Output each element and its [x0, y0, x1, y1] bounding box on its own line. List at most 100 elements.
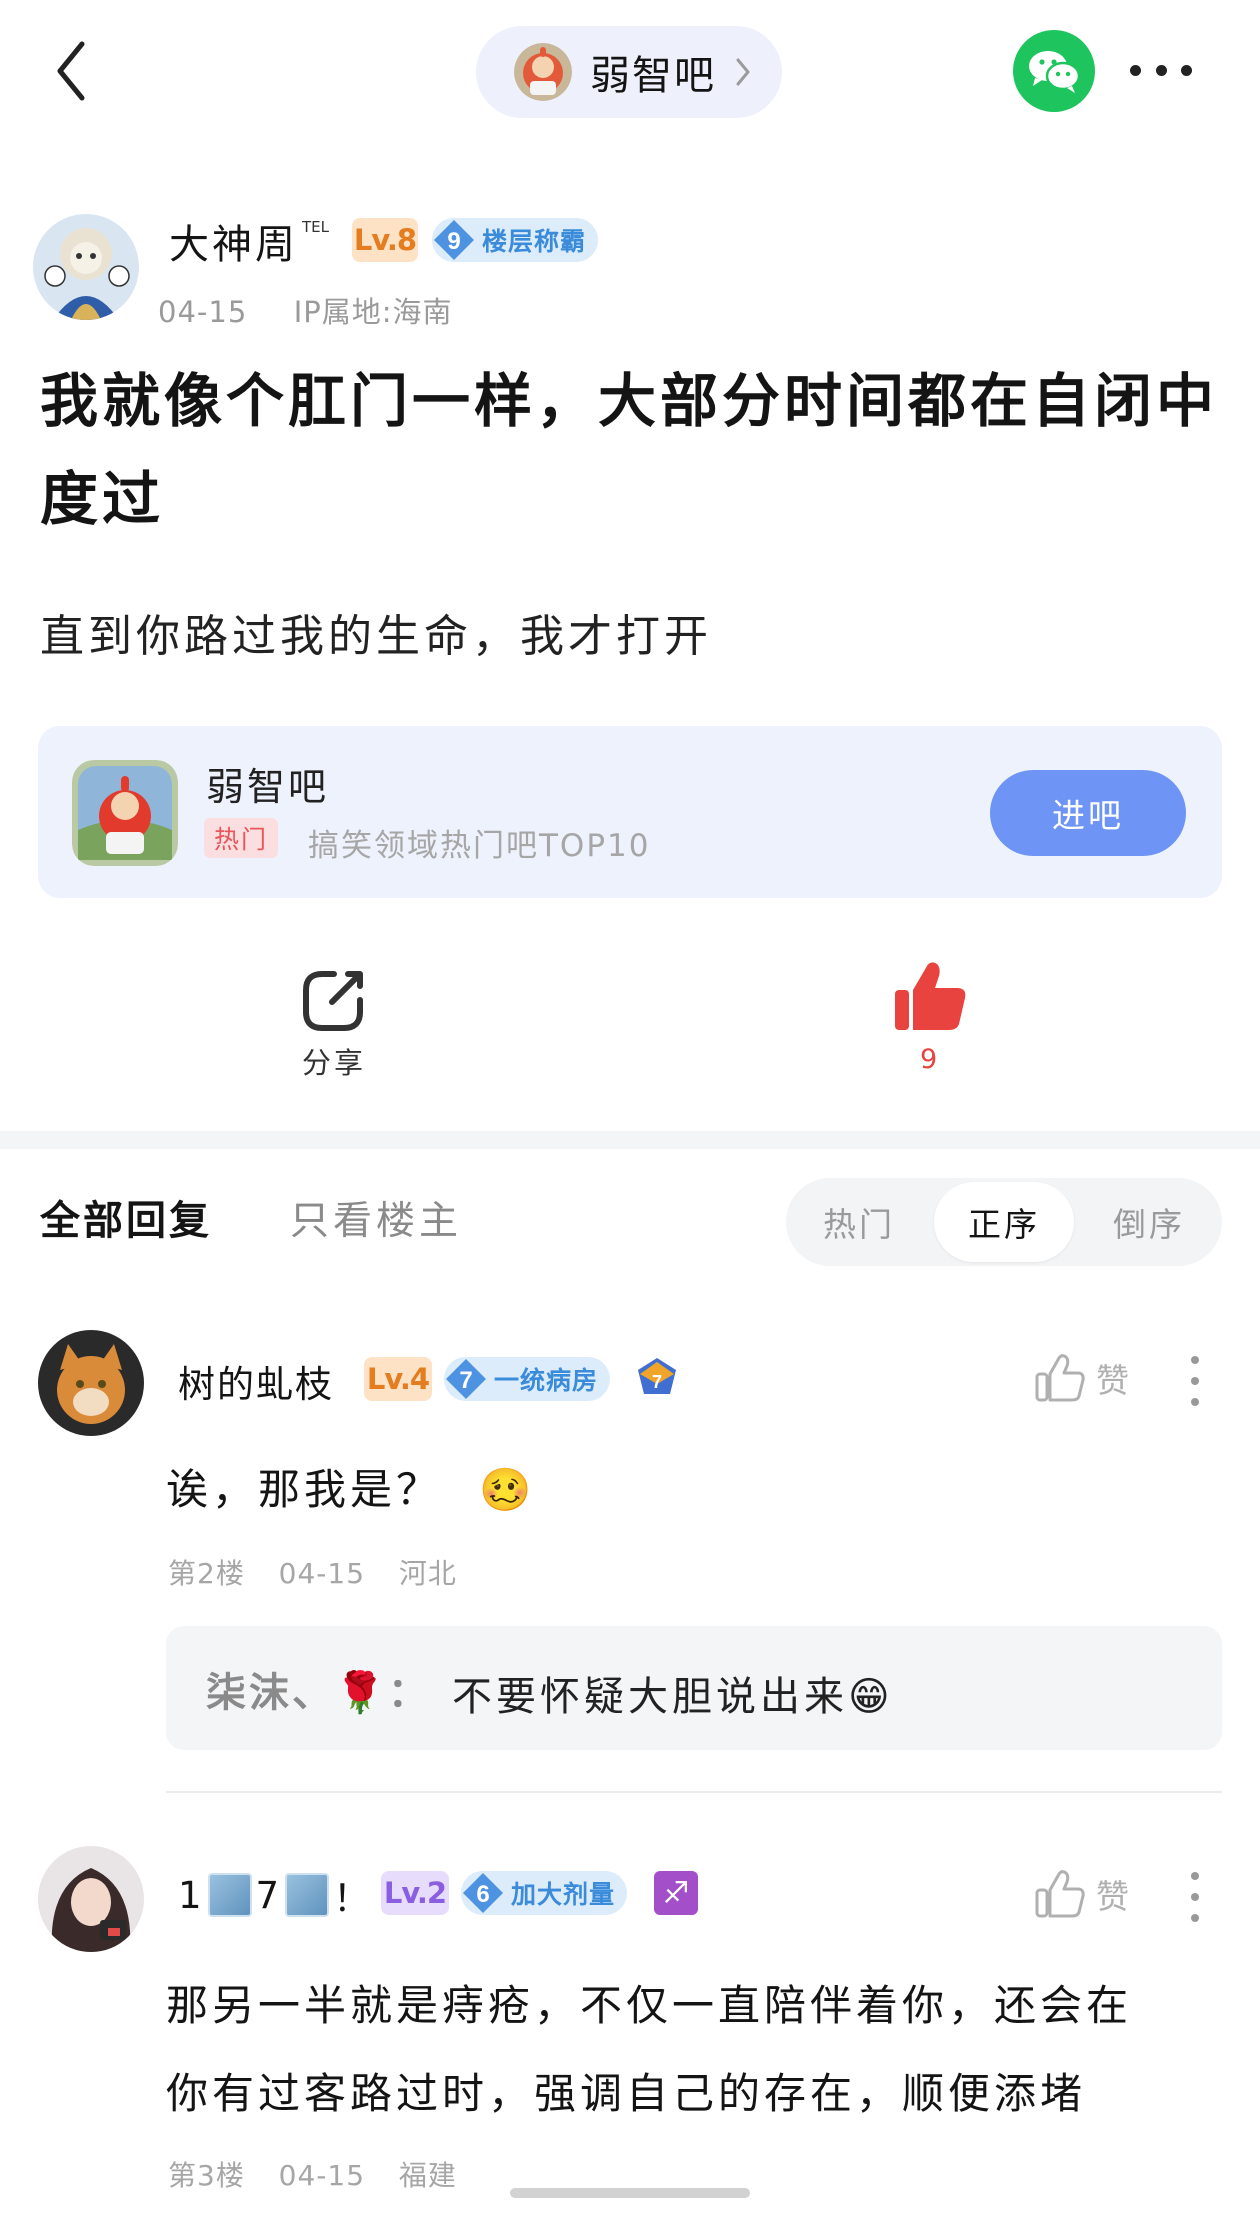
comment-more-button[interactable]: [1190, 1356, 1200, 1406]
section-divider: [0, 1131, 1260, 1149]
more-dot-icon: [1191, 1914, 1199, 1922]
forum-header-link[interactable]: 弱智吧: [476, 26, 782, 118]
comment-text: 诶，那我是？ 🥴: [166, 1446, 536, 1534]
chevron-right-icon: [736, 58, 750, 86]
rank-title-badge: 6 加大剂量: [461, 1871, 628, 1915]
forum-card-avatar: [72, 760, 178, 866]
rank-title-badge: 7 一统病房: [444, 1357, 611, 1401]
comment-divider: [166, 1791, 1222, 1793]
forum-card-name: 弱智吧: [206, 765, 330, 809]
author-tag: TEL: [302, 218, 329, 236]
comment-more-button[interactable]: [1190, 1872, 1200, 1922]
comment-location: 福建: [398, 2159, 457, 2192]
rose-icon: 🌹: [335, 1670, 388, 1716]
back-button[interactable]: [52, 38, 92, 104]
badge-number: 7: [652, 1372, 662, 1392]
comment-location: 河北: [398, 1557, 457, 1590]
more-dot-icon: [1181, 64, 1192, 76]
forum-avatar: [514, 43, 572, 101]
comment-line: 那另一半就是痔疮，不仅一直陪伴着你，还会在: [166, 1981, 1133, 2030]
chevron-left-icon: [57, 41, 85, 101]
comment-like-button[interactable]: 赞: [1034, 1352, 1129, 1404]
commenter-avatar[interactable]: [38, 1846, 144, 1952]
more-dot-icon: [1191, 1872, 1199, 1880]
sort-descending[interactable]: 倒序: [1076, 1178, 1222, 1266]
username-part: 1: [178, 1873, 204, 1917]
sort-toggle: 热门 正序 倒序: [786, 1178, 1222, 1266]
sub-reply-text: 不要怀疑大胆说出来😁: [452, 1664, 894, 1722]
level-badge: Lv.2: [381, 1871, 449, 1915]
share-icon[interactable]: [298, 966, 368, 1036]
like-count: 9: [920, 1044, 938, 1075]
more-options-button[interactable]: [1130, 60, 1192, 80]
ip-location: IP属地:海南: [293, 295, 453, 329]
commenter-name[interactable]: 1 7 ！: [178, 1868, 372, 1922]
diamond-rank-icon: 9: [434, 220, 474, 260]
rank-title: 楼层称霸: [482, 227, 587, 256]
share-label: 分享: [302, 1046, 367, 1080]
wechat-icon: [1029, 51, 1081, 93]
thumbs-up-outline-icon: [1035, 1354, 1085, 1402]
sub-reply-body: 不要怀疑大胆说出来: [452, 1674, 848, 1720]
like-label: 赞: [1096, 1361, 1129, 1400]
diamond-rank-icon: 7: [446, 1359, 486, 1399]
more-dot-icon: [1191, 1398, 1199, 1406]
comment-line: 你有过客路过时，强调自己的存在，顺便添堵: [166, 2069, 1087, 2118]
post-date: 04-15: [158, 295, 248, 329]
blue-square-icon: [285, 1873, 330, 1917]
thumbs-up-icon[interactable]: [893, 958, 971, 1036]
post-body: 直到你路过我的生命，我才打开: [40, 611, 712, 662]
author-avatar[interactable]: [33, 214, 139, 320]
sub-reply-user[interactable]: 柒沫、🌹：: [206, 1660, 431, 1718]
rank-title-badge: 9 楼层称霸: [432, 218, 599, 262]
sort-ascending[interactable]: 正序: [934, 1182, 1074, 1262]
wechat-share-button[interactable]: [1013, 30, 1095, 112]
floor-number: 第2楼: [168, 1557, 245, 1590]
floor-number: 第3楼: [168, 2159, 245, 2192]
username-part: ！: [333, 1877, 373, 1920]
diamond-rank-icon: 6: [463, 1873, 503, 1913]
tab-op-only[interactable]: 只看楼主: [290, 1190, 462, 1246]
more-dot-icon: [1191, 1377, 1199, 1385]
more-dot-icon: [1155, 64, 1167, 76]
thumbs-up-outline-icon: [1035, 1870, 1085, 1918]
more-dot-icon: [1130, 64, 1141, 76]
level-badge: Lv.4: [364, 1357, 432, 1401]
woozy-face-icon: 🥴: [479, 1465, 536, 1514]
forum-card-description: 搞笑领域热门吧TOP10: [308, 828, 651, 864]
achievement-badge-icon: 7: [638, 1358, 676, 1394]
comment-meta: 第3楼 04-15 福建: [168, 2154, 457, 2194]
rank-number: 6: [476, 1881, 489, 1908]
comment-date: 04-15: [278, 2159, 366, 2192]
commenter-name[interactable]: 树的虬枝: [178, 1354, 334, 1408]
comment-body: 诶，那我是？: [166, 1465, 443, 1514]
more-dot-icon: [1191, 1356, 1199, 1364]
tab-all-replies[interactable]: 全部回复: [40, 1188, 212, 1246]
grinning-face-icon: 😁: [848, 1674, 894, 1720]
blue-square-icon: [207, 1873, 252, 1917]
level-badge: Lv.8: [352, 218, 418, 262]
comment-like-button[interactable]: 赞: [1034, 1868, 1129, 1920]
rank-title: 加大剂量: [511, 1880, 616, 1909]
post-meta: 04-15 IP属地:海南: [158, 289, 453, 331]
username-part: 7: [255, 1873, 282, 1917]
like-label: 赞: [1096, 1877, 1129, 1916]
rank-title: 一统病房: [494, 1366, 599, 1395]
forum-name: 弱智吧: [590, 53, 716, 99]
join-forum-button[interactable]: 进吧: [990, 770, 1186, 856]
rank-number: 7: [459, 1367, 472, 1394]
sort-hot[interactable]: 热门: [786, 1178, 932, 1266]
reply-separator: ：: [387, 1670, 431, 1716]
rank-number: 9: [447, 228, 460, 255]
comment-text: 那另一半就是痔疮，不仅一直陪伴着你，还会在 你有过客路过时，强调自己的存在，顺便…: [166, 1962, 1132, 2138]
commenter-avatar[interactable]: [38, 1330, 144, 1436]
sagittarius-icon: ♐: [654, 1871, 698, 1915]
author-name[interactable]: 大神周: [169, 212, 298, 270]
sub-reply-username: 柒沫、: [206, 1670, 335, 1716]
post-title: 我就像个肛门一样，大部分时间都在自闭中度过: [40, 367, 1219, 533]
comment-date: 04-15: [278, 1557, 366, 1590]
more-dot-icon: [1191, 1893, 1199, 1901]
hot-tag: 热门: [204, 818, 279, 858]
home-indicator: [510, 2188, 750, 2198]
comment-meta: 第2楼 04-15 河北: [168, 1552, 457, 1592]
